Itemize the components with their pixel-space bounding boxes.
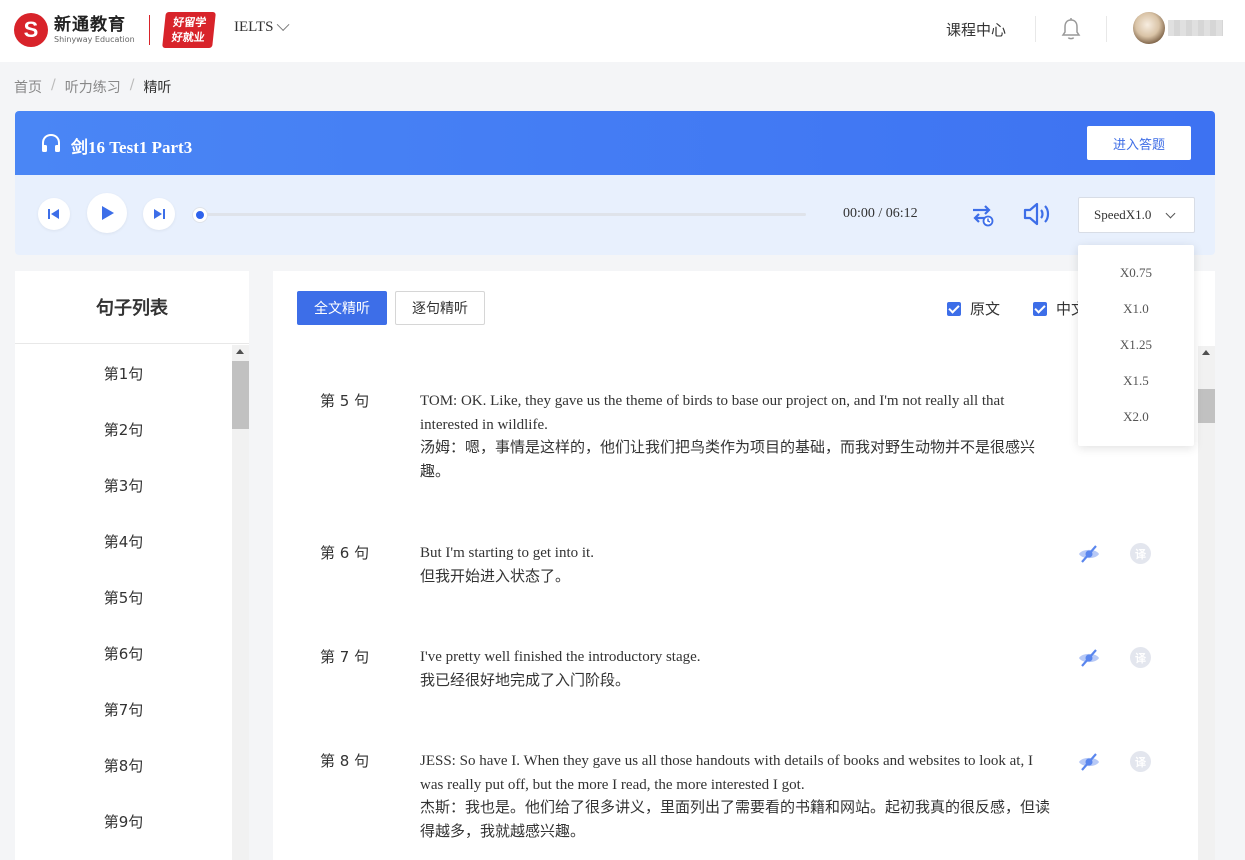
- play-icon: [102, 206, 114, 220]
- breadcrumb-home[interactable]: 首页: [14, 77, 42, 97]
- speed-option[interactable]: X0.75: [1078, 255, 1194, 291]
- header-divider: [1106, 16, 1107, 42]
- hide-text-icon[interactable]: [1077, 542, 1101, 566]
- sentence-chinese: 汤姆：嗯，事情是这样的，他们让我们把鸟类作为项目的基础，而我对野生动物并不是很感…: [420, 440, 1036, 480]
- sentence-list-item[interactable]: 第1句: [15, 345, 232, 401]
- chevron-down-icon: [277, 18, 290, 32]
- volume-icon[interactable]: [1022, 200, 1054, 228]
- translate-icon[interactable]: 译: [1130, 647, 1151, 668]
- loop-icon[interactable]: [968, 200, 996, 228]
- play-button[interactable]: [87, 193, 127, 233]
- chevron-down-icon: [1165, 208, 1176, 219]
- tab-full-text[interactable]: 全文精听: [297, 291, 387, 325]
- sentence-list: 第1句 第2句 第3句 第4句 第5句 第6句 第7句 第8句 第9句: [15, 345, 232, 849]
- previous-button[interactable]: [38, 198, 70, 230]
- logo[interactable]: S 新通教育 Shinyway Education 好留学 好就业: [14, 10, 216, 50]
- sentence-chinese: 我已经很好地完成了入门阶段。: [420, 672, 631, 689]
- breadcrumb-section[interactable]: 听力练习: [65, 77, 121, 97]
- progress-track[interactable]: [200, 213, 806, 216]
- breadcrumb-current: 精听: [143, 80, 172, 96]
- next-button[interactable]: [143, 198, 175, 230]
- bell-icon[interactable]: [1060, 17, 1082, 41]
- player-banner: 剑16 Test1 Part3 进入答题: [15, 111, 1215, 175]
- hide-text-icon[interactable]: [1077, 646, 1101, 670]
- audio-title: 剑16 Test1 Part3: [71, 138, 193, 157]
- sentence-text: TOM: OK. Like, they gave us the theme of…: [420, 390, 1055, 484]
- original-label: 原文: [970, 300, 1001, 318]
- logo-divider: [148, 15, 150, 45]
- skip-forward-icon: [154, 209, 165, 219]
- translate-icon[interactable]: 译: [1130, 751, 1151, 772]
- sentence-list-item[interactable]: 第3句: [15, 457, 232, 513]
- sentence-english: I've pretty well finished the introducto…: [420, 649, 701, 665]
- chinese-checkbox[interactable]: [1033, 302, 1047, 316]
- translate-icon[interactable]: 译: [1130, 543, 1151, 564]
- sentence-text: JESS: So have I. When they gave us all t…: [420, 750, 1055, 844]
- sentence-chinese: 但我开始进入状态了。: [420, 568, 571, 585]
- sentence-list-item[interactable]: 第7句: [15, 681, 232, 737]
- username-redacted: [1168, 20, 1223, 36]
- speed-dropdown: X0.75 X1.0 X1.25 X1.5 X2.0: [1078, 245, 1194, 446]
- main-panel: 全文精听 逐句精听 原文 中文 第 5 句 TOM: OK. Like, the…: [273, 271, 1215, 860]
- sentence-number: 第 5 句: [320, 392, 370, 410]
- sentence-list-item[interactable]: 第6句: [15, 625, 232, 681]
- sentence-content: 第 5 句 TOM: OK. Like, they gave us the th…: [273, 346, 1198, 860]
- sentence-english: JESS: So have I. When they gave us all t…: [420, 753, 1033, 793]
- speed-select[interactable]: SpeedX1.0: [1078, 197, 1195, 233]
- top-navbar: S 新通教育 Shinyway Education 好留学 好就业 IELTS …: [0, 0, 1245, 62]
- tab-sentence-by-sentence[interactable]: 逐句精听: [395, 291, 485, 325]
- content-scrollbar[interactable]: [1198, 346, 1215, 860]
- breadcrumb-separator: /: [129, 77, 135, 93]
- sentence-text: But I'm starting to get into it. 但我开始进入状…: [420, 542, 1055, 589]
- exam-label: IELTS: [234, 19, 274, 35]
- hide-text-icon[interactable]: [1077, 750, 1101, 774]
- sentence-number: 第 8 句: [320, 752, 370, 770]
- skip-back-icon: [48, 209, 59, 219]
- header-divider: [1035, 16, 1036, 42]
- speed-option[interactable]: X1.25: [1078, 327, 1194, 363]
- avatar[interactable]: [1133, 12, 1165, 44]
- slogan-badge: 好留学 好就业: [161, 12, 216, 48]
- sentence-list-item[interactable]: 第2句: [15, 401, 232, 457]
- logo-name: 新通教育: [54, 15, 126, 35]
- sentence-english: TOM: OK. Like, they gave us the theme of…: [420, 393, 1005, 433]
- breadcrumb-separator: /: [51, 77, 56, 93]
- sentence-list-item[interactable]: 第5句: [15, 569, 232, 625]
- logo-subtitle: Shinyway Education: [54, 35, 135, 44]
- course-center-link[interactable]: 课程中心: [946, 19, 1006, 40]
- scroll-up-icon[interactable]: [1202, 350, 1210, 355]
- speed-option[interactable]: X2.0: [1078, 399, 1194, 435]
- sentence-number: 第 7 句: [320, 648, 370, 666]
- sentence-list-item[interactable]: 第9句: [15, 793, 232, 849]
- enter-answer-button[interactable]: 进入答题: [1087, 126, 1191, 160]
- sidebar-title: 句子列表: [15, 271, 249, 344]
- playback-time: 00:00 / 06:12: [843, 206, 918, 221]
- scroll-up-icon[interactable]: [236, 349, 244, 354]
- sentence-english: But I'm starting to get into it.: [420, 545, 594, 561]
- speed-value: SpeedX1.0: [1094, 207, 1152, 222]
- sentence-number: 第 6 句: [320, 544, 370, 562]
- sentence-sidebar: 句子列表 第1句 第2句 第3句 第4句 第5句 第6句 第7句 第8句 第9句: [15, 271, 249, 860]
- sentence-list-item[interactable]: 第8句: [15, 737, 232, 793]
- exam-selector[interactable]: IELTS: [234, 18, 290, 36]
- sentence-text: I've pretty well finished the introducto…: [420, 646, 1055, 693]
- progress-handle[interactable]: [193, 208, 207, 222]
- headphones-icon: [42, 133, 60, 152]
- sentence-list-item[interactable]: 第4句: [15, 513, 232, 569]
- original-checkbox[interactable]: [947, 302, 961, 316]
- speed-option[interactable]: X1.0: [1078, 291, 1194, 327]
- content-scroll-thumb[interactable]: [1198, 389, 1215, 423]
- sidebar-scroll-thumb[interactable]: [232, 361, 249, 429]
- breadcrumb: 首页 / 听力练习 / 精听: [14, 77, 171, 97]
- sentence-chinese: 杰斯：我也是。他们给了很多讲义，里面列出了需要看的书籍和网站。起初我真的很反感，…: [420, 800, 1051, 840]
- logo-mark-icon: S: [14, 13, 48, 47]
- speed-option[interactable]: X1.5: [1078, 363, 1194, 399]
